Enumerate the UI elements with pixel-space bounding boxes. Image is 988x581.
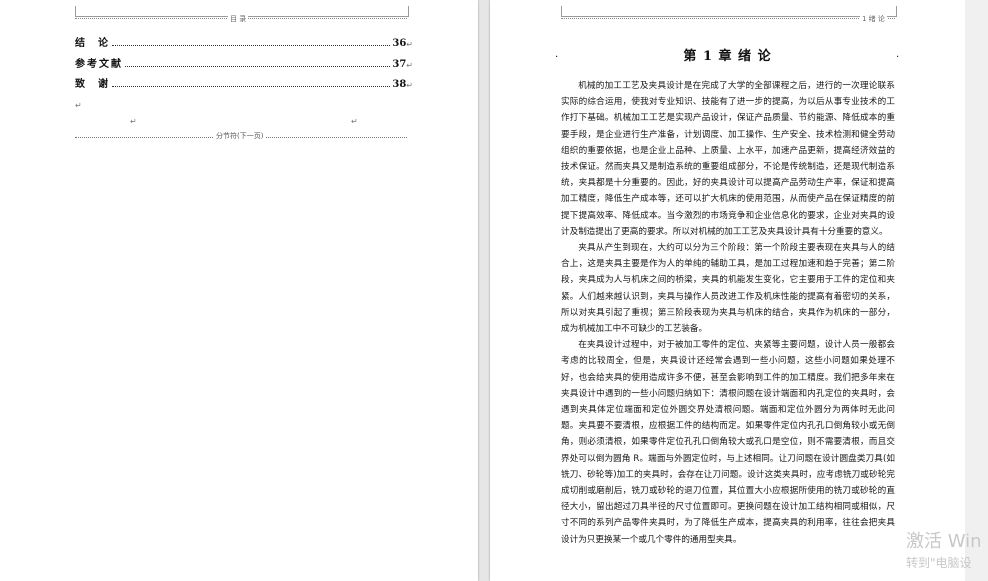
header-label-left: 目 录: [228, 14, 249, 24]
paragraph-mark-icon: ↵: [406, 81, 413, 90]
toc-entry-title: 参考文献: [75, 59, 123, 70]
paragraph-mark-icon: ↵: [75, 101, 82, 110]
toc-leader-dots: [111, 86, 391, 87]
paragraph-mark-icon: ↵: [351, 117, 358, 126]
toc-entry-page: 38: [392, 79, 407, 90]
paragraph-mark-icon: ↵: [406, 61, 413, 70]
body-paragraph[interactable]: 机械的加工工艺及夹具设计是在完成了大学的全部课程之后，进行的一次理论联系实际的综…: [561, 78, 895, 240]
page-header-right: [561, 6, 897, 17]
document-page-toc: 目 录 结 论 36 ↵ 参考文献 37 ↵ 致 谢 38 ↵ ↵ ↵ ↵ 分节…: [0, 0, 478, 581]
chapter-title[interactable]: 第 1 章 绪 论: [560, 45, 895, 64]
header-label-right: 1 绪 论: [860, 14, 887, 24]
toc-leader-dots: [111, 45, 391, 46]
header-divider: [561, 18, 895, 19]
toc-entry[interactable]: 致 谢 38 ↵: [75, 76, 413, 90]
activation-watermark-subtitle: 转到"电脑设: [906, 556, 972, 570]
toc-leader-dots: [125, 66, 391, 67]
toc-entry-title: 结 论: [75, 38, 110, 49]
margin-dot: ·: [896, 52, 900, 63]
scroll-gutter: [965, 0, 988, 581]
toc-entry[interactable]: 参考文献 37 ↵: [75, 56, 413, 70]
paragraph-mark-icon: ↵: [130, 117, 137, 126]
toc-entry-page: 37: [392, 59, 407, 70]
toc-entry[interactable]: 结 论 36 ↵: [75, 35, 413, 49]
section-break-label: 分节符(下一页): [214, 131, 266, 141]
paragraph-mark-icon: ↵: [406, 40, 413, 49]
toc-entry-page: 36: [392, 38, 407, 49]
chapter-body[interactable]: 机械的加工工艺及夹具设计是在完成了大学的全部课程之后，进行的一次理论联系实际的综…: [561, 78, 895, 548]
toc-entry-title: 致 谢: [75, 79, 110, 90]
margin-dot: ·: [555, 52, 559, 63]
body-paragraph[interactable]: 夹具从产生到现在，大约可以分为三个阶段：第一个阶段主要表现在夹具与人的结合上，这…: [561, 240, 895, 337]
activation-watermark-title: 激活 Win: [906, 531, 982, 552]
body-paragraph[interactable]: 在夹具设计过程中，对于被加工零件的定位、夹紧等主要问题，设计人员一般都会考虑的比…: [561, 337, 895, 548]
